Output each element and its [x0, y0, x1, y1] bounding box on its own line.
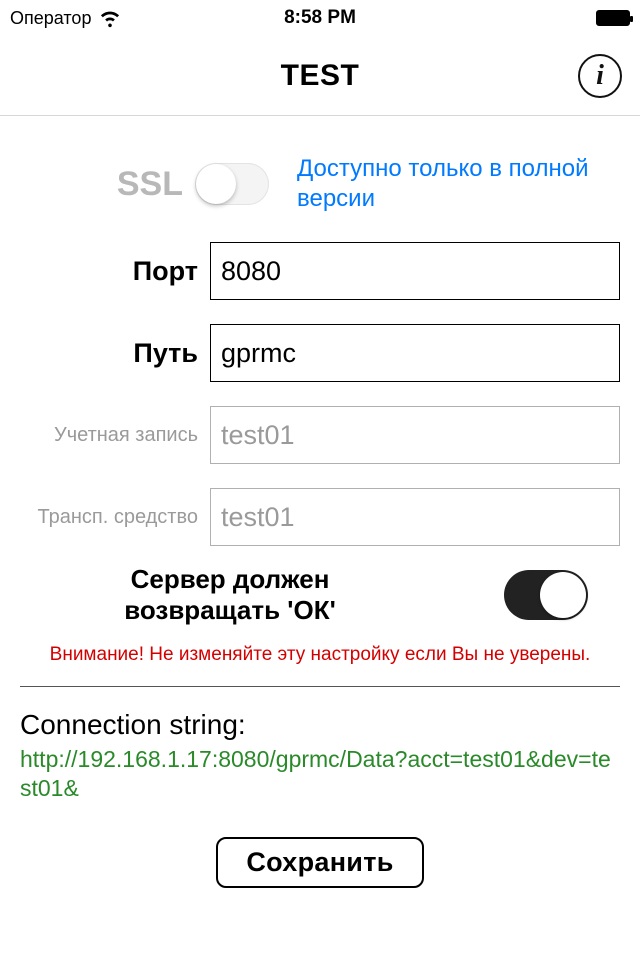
- path-label: Путь: [20, 338, 210, 369]
- nav-bar: TEST i: [0, 36, 640, 116]
- divider: [20, 686, 620, 687]
- battery-icon: [596, 10, 630, 26]
- ssl-label: SSL: [20, 165, 195, 204]
- wifi-icon: [99, 7, 121, 29]
- account-label: Учетная запись: [20, 424, 210, 447]
- path-input[interactable]: [210, 324, 620, 382]
- ok-return-toggle[interactable]: [504, 570, 588, 620]
- warning-text: Внимание! Не изменяйте эту настройку есл…: [20, 640, 620, 686]
- vehicle-input[interactable]: [210, 488, 620, 546]
- clock: 8:58 PM: [284, 7, 356, 29]
- ok-return-label: Сервер должен возвращать 'ОК': [80, 564, 380, 626]
- vehicle-label: Трансп. средство: [20, 506, 210, 529]
- page-title: TEST: [281, 59, 360, 93]
- port-input[interactable]: [210, 242, 620, 300]
- ssl-toggle[interactable]: [195, 163, 269, 205]
- connection-string: http://192.168.1.17:8080/gprmc/Data?acct…: [20, 745, 620, 803]
- connection-label: Connection string:: [20, 709, 620, 741]
- account-input[interactable]: [210, 406, 620, 464]
- status-bar: Оператор 8:58 PM: [0, 0, 640, 36]
- port-label: Порт: [20, 256, 210, 287]
- ssl-note[interactable]: Доступно только в полной версии: [297, 154, 620, 214]
- info-icon[interactable]: i: [578, 54, 622, 98]
- carrier-label: Оператор: [10, 8, 91, 29]
- save-button[interactable]: Сохранить: [216, 837, 423, 888]
